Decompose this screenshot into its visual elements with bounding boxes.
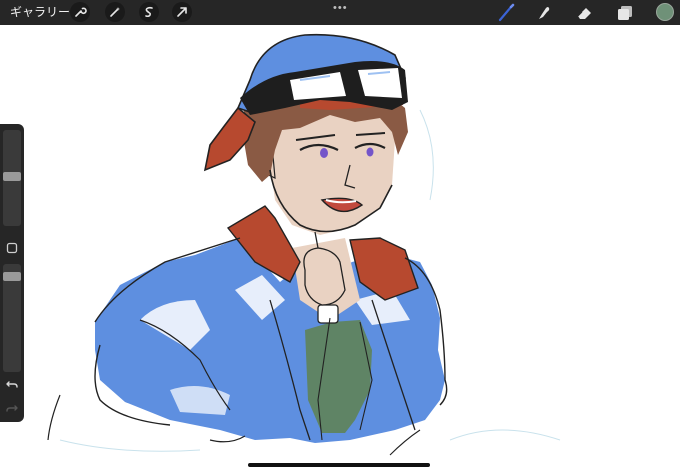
layers-icon[interactable] [615, 3, 635, 23]
brush-size-thumb[interactable] [3, 172, 21, 181]
square-icon[interactable] [6, 241, 18, 254]
top-toolbar: ギャラリー ••• [0, 0, 680, 25]
drawing-canvas[interactable] [0, 25, 680, 473]
left-sidebar [0, 124, 24, 422]
opacity-thumb[interactable] [3, 272, 21, 281]
brush-icon[interactable] [496, 3, 516, 23]
more-options-handle[interactable]: ••• [333, 3, 348, 14]
smudge-icon[interactable] [534, 3, 554, 23]
gallery-button[interactable]: ギャラリー [10, 5, 70, 20]
selection-icon[interactable] [139, 2, 159, 22]
redo-icon[interactable] [5, 401, 19, 415]
undo-icon[interactable] [5, 377, 19, 391]
home-indicator [248, 463, 430, 467]
wrench-icon[interactable] [70, 2, 90, 22]
color-swatch[interactable] [656, 3, 674, 21]
eraser-icon[interactable] [575, 3, 595, 23]
magic-wand-icon[interactable] [105, 2, 125, 22]
transform-arrow-icon[interactable] [172, 2, 192, 22]
